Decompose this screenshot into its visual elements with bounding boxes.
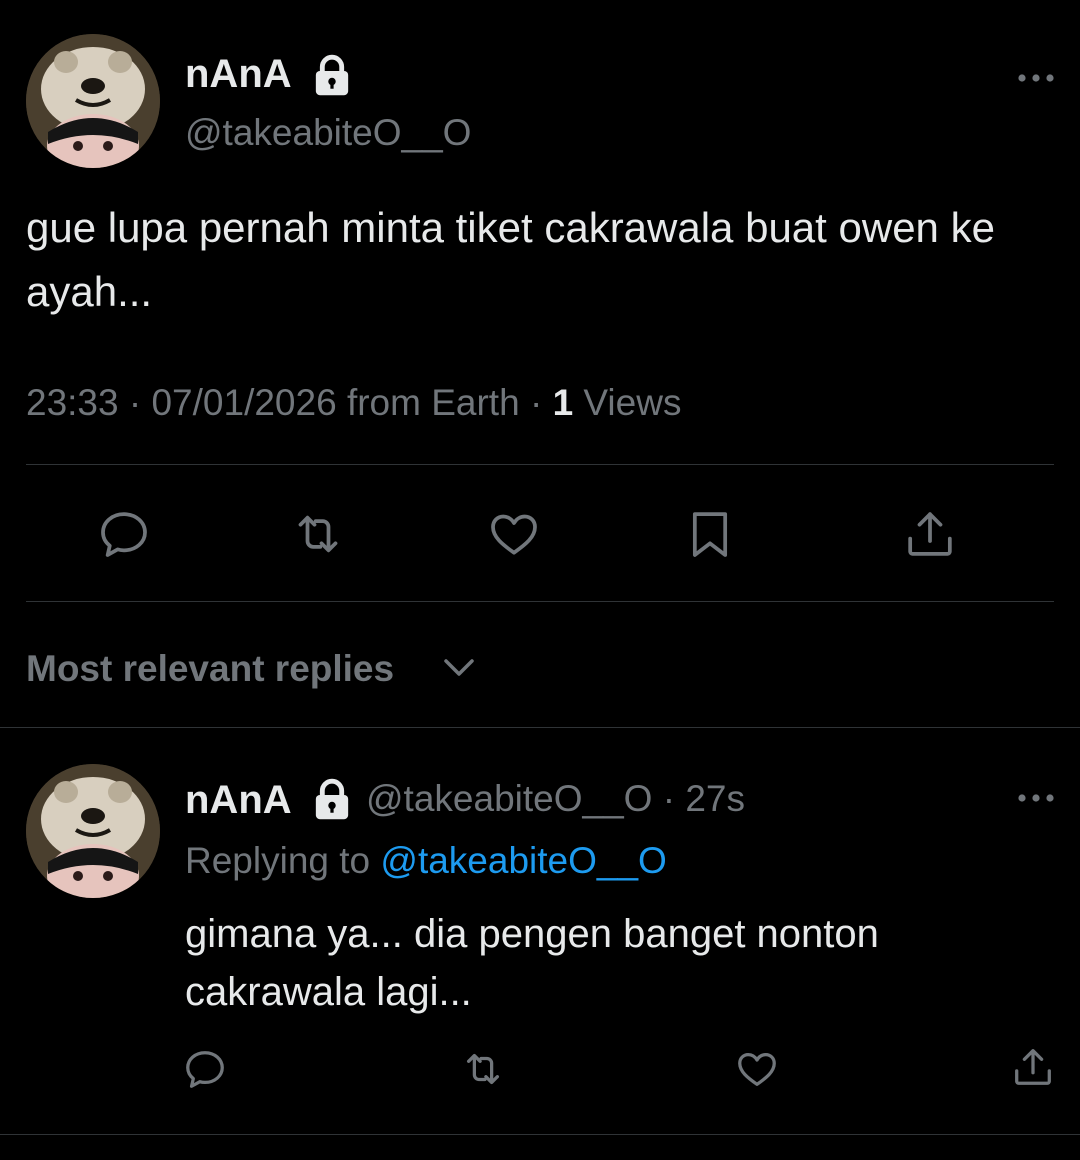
tweet-time[interactable]: 23:33 xyxy=(26,382,119,423)
tweet-text: gue lupa pernah minta tiket cakrawala bu… xyxy=(26,204,995,315)
divider xyxy=(0,727,1080,728)
retweet-icon[interactable] xyxy=(460,1046,506,1092)
views-count[interactable]: 1 xyxy=(553,382,574,423)
reply-icon[interactable] xyxy=(96,506,152,562)
reply-avatar[interactable] xyxy=(26,764,160,898)
more-options-icon[interactable] xyxy=(1016,70,1056,86)
display-name-text: nAnA xyxy=(185,52,292,96)
divider xyxy=(26,601,1054,602)
tweet-metadata: 23:33 · 07/01/2026 from Earth · 1 Views xyxy=(26,382,681,424)
reply-display-name[interactable]: nAnA xyxy=(185,778,292,823)
reply-icon[interactable] xyxy=(182,1046,228,1092)
bookmark-icon[interactable] xyxy=(682,506,738,562)
divider xyxy=(0,1134,1080,1135)
reply-text: gimana ya... dia pengen banget nonton ca… xyxy=(185,912,879,1014)
reply-handle[interactable]: @takeabiteO__O xyxy=(366,778,652,819)
handle[interactable]: @takeabiteO__O xyxy=(185,112,471,154)
avatar-image xyxy=(26,34,160,168)
like-icon[interactable] xyxy=(734,1046,780,1092)
replies-sort-label: Most relevant replies xyxy=(26,648,395,689)
avatar-image xyxy=(26,764,160,898)
lock-icon xyxy=(315,54,349,96)
replying-to: Replying to @takeabiteO__O xyxy=(185,840,667,882)
reply-header-meta: @takeabiteO__O · 27s xyxy=(366,778,745,820)
retweet-icon[interactable] xyxy=(290,506,346,562)
share-icon[interactable] xyxy=(902,506,958,562)
divider xyxy=(26,464,1054,465)
avatar[interactable] xyxy=(26,34,160,168)
reply-age[interactable]: 27s xyxy=(685,778,745,819)
meta-separator: · xyxy=(662,778,676,819)
like-icon[interactable] xyxy=(486,506,542,562)
meta-separator: · xyxy=(529,382,543,423)
share-icon[interactable] xyxy=(1010,1044,1056,1090)
views-label[interactable]: Views xyxy=(583,382,681,423)
tweet-date[interactable]: 07/01/2026 xyxy=(151,382,336,423)
display-name[interactable]: nAnA xyxy=(185,52,292,97)
more-options-icon[interactable] xyxy=(1016,790,1056,806)
chevron-down-icon[interactable] xyxy=(442,656,476,680)
replies-sort-dropdown[interactable]: Most relevant replies xyxy=(26,648,394,690)
reply-display-name-text: nAnA xyxy=(185,778,292,822)
replying-to-label: Replying to xyxy=(185,840,371,881)
tweet-source: from Earth xyxy=(346,382,520,423)
meta-separator: · xyxy=(128,382,142,423)
lock-icon xyxy=(315,778,349,820)
replying-to-handle[interactable]: @takeabiteO__O xyxy=(380,840,666,881)
